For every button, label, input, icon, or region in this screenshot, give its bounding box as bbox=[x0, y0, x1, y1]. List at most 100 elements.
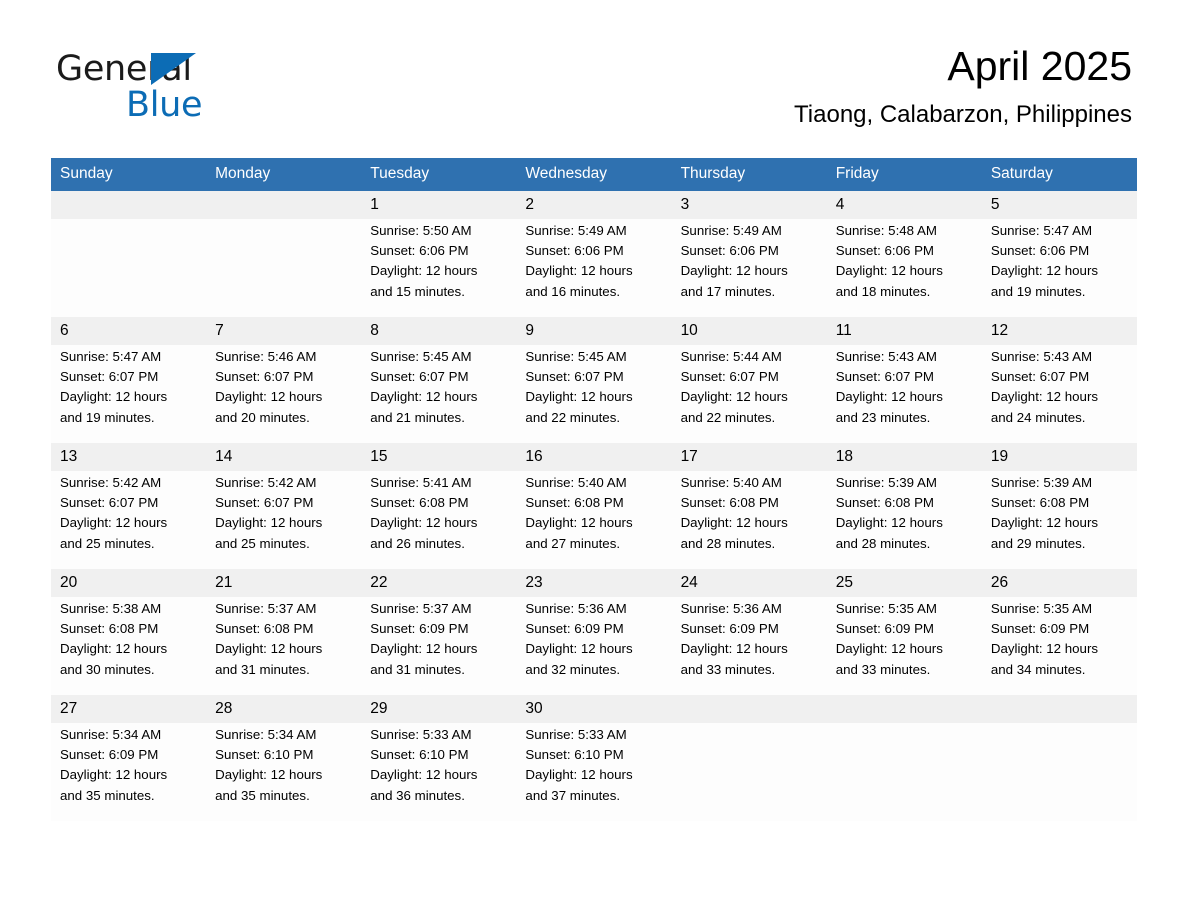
day-number-16[interactable]: 16 bbox=[516, 443, 672, 471]
day-detail-line: Daylight: 12 hours bbox=[990, 263, 1099, 279]
day-detail-line: Sunrise: 5:44 AM bbox=[680, 349, 782, 364]
day-detail-line: Sunrise: 5:39 AM bbox=[990, 475, 1093, 490]
day-detail-line: and 17 minutes. bbox=[680, 283, 776, 299]
weekday-header-sunday: Sunday bbox=[51, 158, 207, 191]
day-detail-line: Sunrise: 5:37 AM bbox=[370, 601, 472, 616]
day-detail-line: and 35 minutes. bbox=[215, 787, 310, 803]
day-cell-8[interactable]: Sunrise: 5:45 AM Sunset: 6:07 PM Daylight:… bbox=[361, 345, 517, 443]
week-daynumber-row: 12345 bbox=[51, 191, 1137, 219]
day-detail-line: Sunrise: 5:36 AM bbox=[680, 601, 782, 616]
day-cell-25[interactable]: Sunrise: 5:35 AM Sunset: 6:09 PM Daylight:… bbox=[826, 597, 982, 695]
day-number-13[interactable]: 13 bbox=[51, 443, 207, 471]
day-detail-line: Sunrise: 5:33 AM bbox=[525, 727, 627, 742]
day-number-11[interactable]: 11 bbox=[826, 317, 982, 345]
day-detail-line: Sunset: 6:10 PM bbox=[370, 747, 469, 763]
day-cell-empty bbox=[671, 723, 827, 821]
day-detail-line: Sunrise: 5:33 AM bbox=[370, 727, 472, 742]
day-number-27[interactable]: 27 bbox=[51, 695, 207, 723]
day-cell-2[interactable]: Sunrise: 5:49 AM Sunset: 6:06 PM Daylight:… bbox=[516, 219, 672, 317]
day-cell-13[interactable]: Sunrise: 5:42 AM Sunset: 6:07 PM Daylight:… bbox=[51, 471, 207, 569]
day-number-14[interactable]: 14 bbox=[206, 443, 362, 471]
day-detail-line: Sunrise: 5:39 AM bbox=[835, 475, 937, 490]
day-number-9[interactable]: 9 bbox=[516, 317, 672, 345]
day-number-18[interactable]: 18 bbox=[826, 443, 982, 471]
day-cell-4[interactable]: Sunrise: 5:48 AM Sunset: 6:06 PM Daylight:… bbox=[826, 219, 982, 317]
day-cell-24[interactable]: Sunrise: 5:36 AM Sunset: 6:09 PM Daylight:… bbox=[671, 597, 827, 695]
day-detail-line: and 33 minutes. bbox=[835, 661, 931, 677]
day-cell-15[interactable]: Sunrise: 5:41 AM Sunset: 6:08 PM Daylight:… bbox=[361, 471, 517, 569]
day-number-6[interactable]: 6 bbox=[51, 317, 207, 345]
day-number-10[interactable]: 10 bbox=[671, 317, 827, 345]
day-number-26[interactable]: 26 bbox=[981, 569, 1137, 597]
day-detail-line: and 25 minutes. bbox=[60, 535, 155, 551]
day-number-3[interactable]: 3 bbox=[671, 191, 827, 219]
day-cell-14[interactable]: Sunrise: 5:42 AM Sunset: 6:07 PM Daylight:… bbox=[206, 471, 362, 569]
day-cell-27[interactable]: Sunrise: 5:34 AM Sunset: 6:09 PM Daylight:… bbox=[51, 723, 207, 821]
day-detail-line: and 27 minutes. bbox=[525, 535, 621, 551]
week-daynumber-row: 20 21 22 23 24 25 26 bbox=[51, 569, 1137, 597]
day-detail-line: Sunset: 6:08 PM bbox=[215, 621, 314, 637]
day-number-19[interactable]: 19 bbox=[981, 443, 1137, 471]
day-detail-line: and 37 minutes. bbox=[525, 787, 621, 803]
day-number-1[interactable]: 1 bbox=[361, 191, 517, 219]
day-cell-23[interactable]: Sunrise: 5:36 AM Sunset: 6:09 PM Daylight:… bbox=[516, 597, 672, 695]
week-detail-row: Sunrise: 5:47 AM Sunset: 6:07 PM Daylight:… bbox=[51, 345, 1137, 443]
day-cell-21[interactable]: Sunrise: 5:37 AM Sunset: 6:08 PM Daylight:… bbox=[206, 597, 362, 695]
day-cell-12[interactable]: Sunrise: 5:43 AM Sunset: 6:07 PM Daylight:… bbox=[981, 345, 1137, 443]
day-number-17[interactable]: 17 bbox=[671, 443, 827, 471]
day-cell-18[interactable]: Sunrise: 5:39 AM Sunset: 6:08 PM Daylight:… bbox=[826, 471, 982, 569]
day-detail-line: and 28 minutes. bbox=[835, 535, 931, 551]
day-number-8[interactable]: 8 bbox=[361, 317, 517, 345]
day-cell-20[interactable]: Sunrise: 5:38 AM Sunset: 6:08 PM Daylight:… bbox=[51, 597, 207, 695]
day-number-7[interactable]: 7 bbox=[206, 317, 362, 345]
day-number-22[interactable]: 22 bbox=[361, 569, 517, 597]
day-number-12[interactable]: 12 bbox=[981, 317, 1137, 345]
day-detail-line: Sunrise: 5:35 AM bbox=[990, 601, 1093, 616]
day-cell-1[interactable]: Sunrise: 5:50 AM Sunset: 6:06 PM Daylight:… bbox=[361, 219, 517, 317]
day-number-25[interactable]: 25 bbox=[826, 569, 982, 597]
day-cell-16[interactable]: Sunrise: 5:40 AM Sunset: 6:08 PM Daylight:… bbox=[516, 471, 672, 569]
day-cell-26[interactable]: Sunrise: 5:35 AM Sunset: 6:09 PM Daylight:… bbox=[981, 597, 1137, 695]
day-cell-6[interactable]: Sunrise: 5:47 AM Sunset: 6:07 PM Daylight:… bbox=[51, 345, 207, 443]
day-number-24[interactable]: 24 bbox=[671, 569, 827, 597]
day-detail-line: Sunset: 6:07 PM bbox=[60, 369, 159, 385]
day-cell-7[interactable]: Sunrise: 5:46 AM Sunset: 6:07 PM Daylight:… bbox=[206, 345, 362, 443]
day-number-21[interactable]: 21 bbox=[206, 569, 362, 597]
day-number-4[interactable]: 4 bbox=[826, 191, 982, 219]
day-cell-5[interactable]: Sunrise: 5:47 AM Sunset: 6:06 PM Daylight:… bbox=[981, 219, 1137, 317]
day-detail-line: and 35 minutes. bbox=[60, 787, 155, 803]
day-cell-11[interactable]: Sunrise: 5:43 AM Sunset: 6:07 PM Daylight:… bbox=[826, 345, 982, 443]
day-detail-line: Daylight: 12 hours bbox=[835, 263, 943, 279]
day-cell-10[interactable]: Sunrise: 5:44 AM Sunset: 6:07 PM Daylight:… bbox=[671, 345, 827, 443]
day-cell-28[interactable]: Sunrise: 5:34 AM Sunset: 6:10 PM Daylight:… bbox=[206, 723, 362, 821]
day-number-28[interactable]: 28 bbox=[206, 695, 362, 723]
calendar-header-row: Sunday Monday Tuesday Wednesday Thursday Frid… bbox=[51, 158, 1137, 191]
day-detail-line: Daylight: 12 hours bbox=[370, 641, 478, 657]
day-detail-line: and 31 minutes. bbox=[370, 661, 465, 677]
day-number-15[interactable]: 15 bbox=[361, 443, 517, 471]
day-detail-line: and 31 minutes. bbox=[215, 661, 310, 677]
title-block: April 2025 Tiaong, Calabarzon, Philippin… bbox=[794, 42, 1132, 129]
day-number-29[interactable]: 29 bbox=[361, 695, 517, 723]
day-detail-line: Sunset: 6:07 PM bbox=[370, 369, 469, 385]
day-number-5[interactable]: 5 bbox=[981, 191, 1137, 219]
day-cell-22[interactable]: Sunrise: 5:37 AM Sunset: 6:09 PM Daylight:… bbox=[361, 597, 517, 695]
day-cell-17[interactable]: Sunrise: 5:40 AM Sunset: 6:08 PM Daylight:… bbox=[671, 471, 827, 569]
day-number-20[interactable]: 20 bbox=[51, 569, 207, 597]
day-cell-19[interactable]: Sunrise: 5:39 AM Sunset: 6:08 PM Daylight:… bbox=[981, 471, 1137, 569]
day-cell-9[interactable]: Sunrise: 5:45 AM Sunset: 6:07 PM Daylight:… bbox=[516, 345, 672, 443]
day-cell-29[interactable]: Sunrise: 5:33 AM Sunset: 6:10 PM Daylight:… bbox=[361, 723, 517, 821]
generalblue-logo[interactable]: General Blue bbox=[56, 50, 316, 124]
day-detail-line: Daylight: 12 hours bbox=[680, 389, 788, 405]
day-detail-line: Daylight: 12 hours bbox=[680, 263, 788, 279]
day-cell-3[interactable]: Sunrise: 5:49 AM Sunset: 6:06 PM Daylight:… bbox=[671, 219, 827, 317]
day-number-23[interactable]: 23 bbox=[516, 569, 672, 597]
day-detail-line: Daylight: 12 hours bbox=[680, 641, 788, 657]
day-cell-30[interactable]: Sunrise: 5:33 AM Sunset: 6:10 PM Daylight:… bbox=[516, 723, 672, 821]
month-calendar-table: Sunday Monday Tuesday Wednesday Thursday Frid… bbox=[51, 158, 1137, 821]
day-detail-line: and 28 minutes. bbox=[680, 535, 776, 551]
day-number-30[interactable]: 30 bbox=[516, 695, 672, 723]
day-cell-empty bbox=[981, 723, 1137, 821]
week-detail-row: Sunrise: 5:34 AM Sunset: 6:09 PM Daylight:… bbox=[51, 723, 1137, 821]
day-number-2[interactable]: 2 bbox=[516, 191, 672, 219]
